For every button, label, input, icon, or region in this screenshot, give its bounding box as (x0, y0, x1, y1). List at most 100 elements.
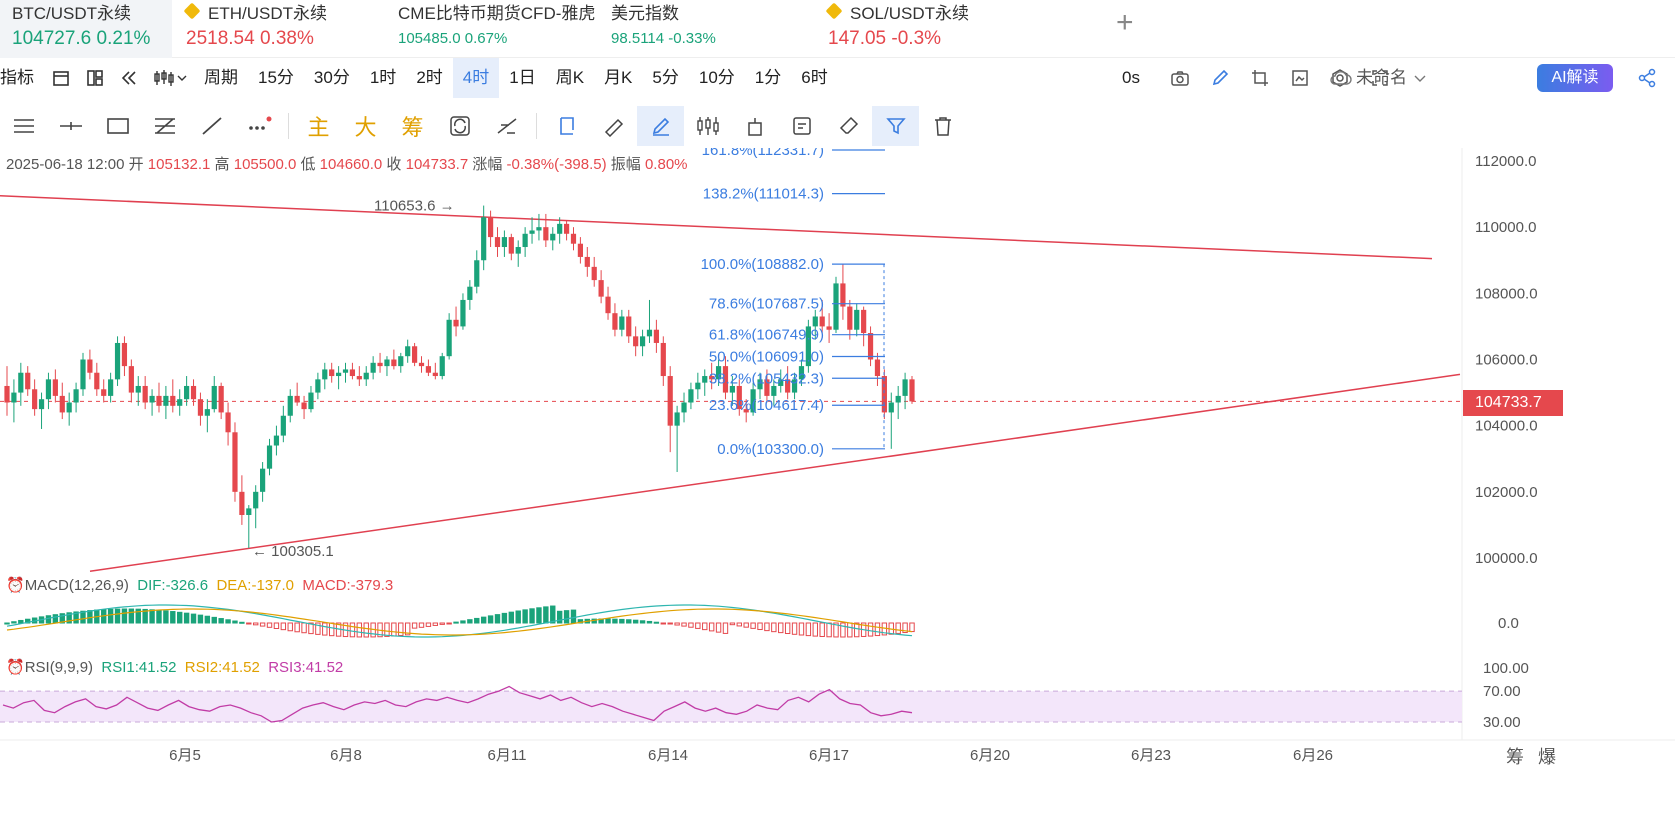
x-axis-label: 6月14 (648, 747, 688, 764)
liquidation-button[interactable]: 爆 (1538, 743, 1556, 769)
chip-distribution-button[interactable]: 筹 (1506, 743, 1524, 769)
chip-button[interactable]: 筹 (389, 106, 436, 146)
add-tab-icon[interactable]: + (1116, 8, 1134, 38)
drawing-toolbar: 主 大 筹 (0, 106, 1000, 146)
ticker-bar: BTC/USDT永续 104727.6 0.21% ETH/USDT永续 251… (0, 0, 1675, 58)
candle-body (315, 379, 321, 393)
camera-icon[interactable] (1160, 58, 1200, 98)
candle-body (149, 395, 155, 403)
ticker-name: ETH/USDT永续 (208, 4, 327, 23)
candle-body (826, 326, 832, 330)
macd-bar (798, 622, 805, 636)
candle-body (695, 382, 701, 390)
ruler-icon[interactable] (590, 106, 637, 146)
magnet-icon[interactable] (543, 106, 590, 146)
fib-tool-icon[interactable] (141, 106, 188, 146)
macd-bar (398, 622, 404, 636)
macd-bar (681, 622, 687, 627)
calendar-icon[interactable] (44, 58, 78, 98)
candle-body (619, 316, 625, 330)
big-order-button[interactable]: 大 (342, 106, 389, 146)
macd-bar (688, 622, 694, 628)
candle-body (646, 329, 653, 337)
layout-name-dropdown[interactable]: 未命名 (1330, 58, 1427, 98)
period-dropdown[interactable]: 周期 (194, 58, 248, 98)
interval-2h[interactable]: 2时 (406, 58, 452, 98)
candle-body (356, 376, 362, 380)
replay-icon[interactable] (112, 58, 146, 98)
chart-type-icon[interactable] (146, 58, 194, 98)
ticker-change: 0.67% (464, 30, 508, 47)
macd-bar (619, 618, 625, 624)
macd-bar (356, 622, 363, 638)
horizontal-line-icon[interactable] (47, 106, 94, 146)
sync-icon[interactable] (436, 106, 483, 146)
candle-body (702, 376, 708, 383)
macd-bar (653, 621, 660, 624)
macd-bar (107, 608, 114, 624)
ticker-tab-dxy[interactable]: 美元指数 98.5114 -0.33% (599, 0, 814, 58)
macd-bar (515, 610, 521, 624)
candle-body (108, 379, 114, 396)
candle-body (225, 412, 231, 433)
eraser-icon[interactable] (825, 106, 872, 146)
ticker-change: -0.3% (891, 28, 942, 49)
candle-body (909, 379, 915, 402)
interval-5m[interactable]: 5分 (642, 58, 688, 98)
crop-icon[interactable] (1240, 58, 1280, 98)
more-icon[interactable] (235, 106, 282, 146)
brush-icon[interactable] (637, 106, 684, 146)
lock-icon[interactable] (731, 106, 778, 146)
low-annotation: ← 100305.1 (252, 543, 334, 560)
alarm-icon[interactable]: ⏰ (6, 659, 25, 676)
interval-30m[interactable]: 30分 (304, 58, 360, 98)
candle-body (114, 342, 121, 380)
alarm-icon[interactable]: ⏰ (6, 577, 25, 594)
filter-icon[interactable] (872, 106, 919, 146)
ticker-tab-btc[interactable]: BTC/USDT永续 104727.6 0.21% (0, 0, 172, 58)
macd-bar (522, 609, 528, 624)
candles-icon[interactable] (684, 106, 731, 146)
interval-week[interactable]: 周K (546, 58, 594, 98)
menu-icon[interactable] (0, 106, 47, 146)
price-chart[interactable]: 112000.0 110000.0 108000.0 106000.0 104000.0… (0, 148, 1675, 828)
interval-10m[interactable]: 10分 (689, 58, 745, 98)
candle-body (156, 395, 162, 406)
candle-body (453, 319, 459, 327)
ticker-name: CME比特币期货CFD-雅虎 (398, 4, 596, 23)
share-icon[interactable] (1632, 58, 1662, 98)
trash-icon[interactable] (919, 106, 966, 146)
interval-6h[interactable]: 6时 (791, 58, 837, 98)
interval-1d[interactable]: 1日 (499, 58, 545, 98)
main-indicator-button[interactable]: 主 (295, 106, 342, 146)
candle-body (18, 372, 24, 393)
indicators-button[interactable]: 指标 (0, 58, 44, 98)
ticker-tab-sol[interactable]: SOL/USDT永续 147.05 -0.3% (814, 0, 1034, 58)
rsi-axis-label: 70.00 (1483, 683, 1521, 700)
interval-1h[interactable]: 1时 (360, 58, 406, 98)
macd-bar (170, 611, 176, 624)
ticker-tab-eth[interactable]: ETH/USDT永续 2518.54 0.38% (172, 0, 384, 58)
note-icon[interactable] (778, 106, 825, 146)
interval-15m[interactable]: 15分 (248, 58, 304, 98)
trendline-icon[interactable] (188, 106, 235, 146)
image-icon[interactable] (1280, 58, 1320, 98)
macd-bar (149, 609, 155, 624)
ticker-price: 98.5114 (611, 30, 665, 47)
ai-analysis-button[interactable]: AI解读 (1537, 64, 1613, 92)
candle-body (633, 336, 639, 347)
macd-bar (239, 621, 245, 624)
interval-4h[interactable]: 4时 (452, 58, 500, 98)
layout-icon[interactable] (78, 58, 112, 98)
macd-bar (543, 606, 549, 624)
measure-icon[interactable] (483, 106, 530, 146)
interval-1m[interactable]: 1分 (745, 58, 791, 98)
interval-month[interactable]: 月K (594, 58, 642, 98)
ticker-price: 2518.54 (186, 28, 255, 49)
macd-bar (529, 608, 535, 624)
macd-bar (467, 619, 473, 624)
macd-bar (626, 619, 632, 624)
ticker-tab-cme[interactable]: CME比特币期货CFD-雅虎 105485.0 0.67% (384, 0, 599, 58)
rectangle-icon[interactable] (94, 106, 141, 146)
pen-icon[interactable] (1200, 58, 1240, 98)
